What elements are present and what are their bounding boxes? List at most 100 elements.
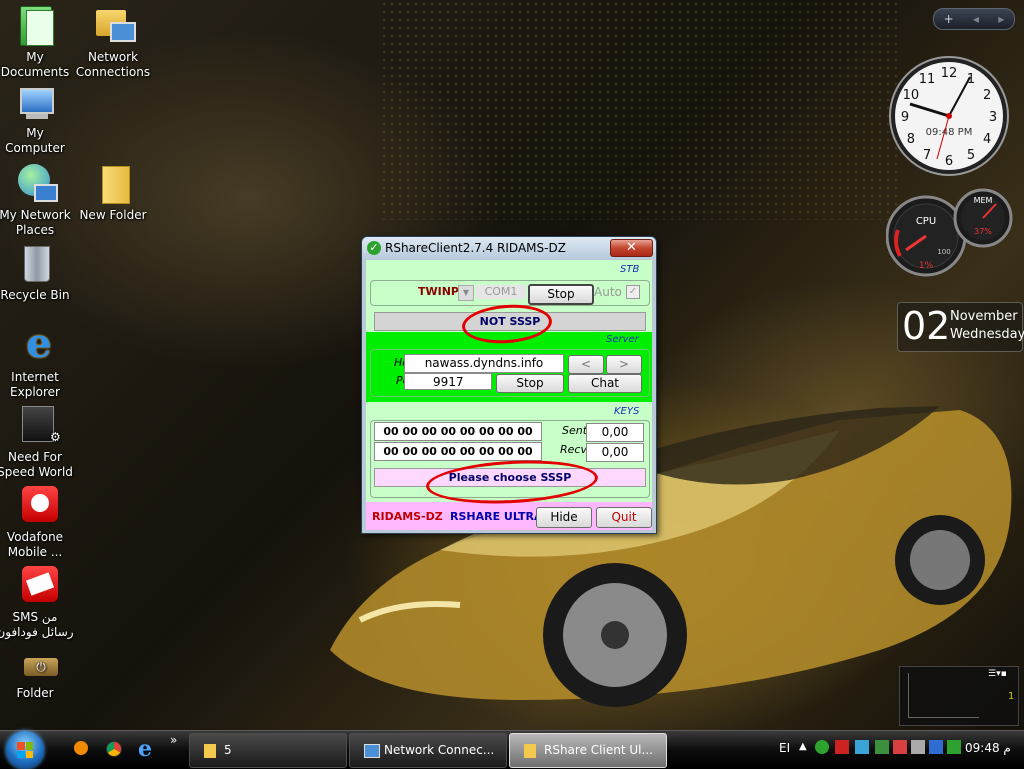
gauge-max-label: 100 <box>937 248 950 256</box>
hide-button[interactable]: Hide <box>536 507 592 528</box>
desktop-icon-network-connections[interactable]: Network Connections <box>74 4 152 80</box>
clock-numeral: 12 <box>941 66 958 81</box>
folder-icon <box>204 744 216 758</box>
tray-volume-icon[interactable] <box>911 740 925 754</box>
quicklaunch-chrome-icon[interactable] <box>106 741 122 757</box>
stb-stop-button[interactable]: Stop <box>528 284 594 305</box>
rshare-client-window[interactable]: ✓ RShareClient2.7.4 RIDAMS-DZ ✕ STB TWIN… <box>361 236 657 534</box>
folder-icon <box>524 744 536 758</box>
clock-numeral: 8 <box>907 132 915 147</box>
network-places-icon <box>12 162 58 206</box>
quit-button[interactable]: Quit <box>596 507 652 528</box>
window-title: RShareClient2.7.4 RIDAMS-DZ <box>385 241 566 255</box>
clock-numeral: 11 <box>919 72 936 87</box>
host-next-button[interactable]: > <box>606 355 642 374</box>
clock-numeral: 5 <box>967 148 975 163</box>
host-input[interactable]: nawass.dyndns.info <box>404 354 564 373</box>
wallpaper-dot-pattern <box>380 0 900 220</box>
clock-numeral: 9 <box>901 110 909 125</box>
clock-numeral: 3 <box>989 110 997 125</box>
server-stop-button[interactable]: Stop <box>496 374 564 393</box>
start-button[interactable] <box>6 731 44 769</box>
port-input[interactable]: 9917 <box>404 373 492 390</box>
taskbar: e » 5 Network Connec... RShare Client Ul… <box>0 730 1024 769</box>
previous-page-button[interactable]: ◂ <box>973 12 979 26</box>
meter-graph <box>908 673 979 718</box>
host-prev-button[interactable]: < <box>568 355 604 374</box>
brand-right: RSHARE ULTRA <box>450 510 543 523</box>
sent-value: 0,00 <box>586 423 644 442</box>
clock-digital-time: 09:48 PM <box>926 127 973 138</box>
recv-label: Recv <box>560 443 587 456</box>
tray-app-icon[interactable] <box>875 740 889 754</box>
taskbar-clock[interactable]: 09:48 م <box>965 741 1011 755</box>
tray-battery-icon[interactable] <box>947 740 961 754</box>
add-gadget-button[interactable]: + <box>944 12 954 26</box>
mem-value: 37% <box>974 227 992 236</box>
quicklaunch-ie-icon[interactable]: e <box>138 736 152 762</box>
desktop-icon-my-network-places[interactable]: My Network Places <box>0 162 74 238</box>
desktop-icon-my-documents[interactable]: My Documents <box>0 4 74 80</box>
desktop-icon-label: Recycle Bin <box>0 288 70 302</box>
tray-monitor-icon[interactable] <box>929 740 943 754</box>
sms-icon <box>12 564 58 608</box>
desktop-icon-label: Vodafone Mobile ... <box>6 530 64 559</box>
quicklaunch-overflow[interactable]: » <box>170 733 177 747</box>
receiver-dropdown-icon[interactable]: ▼ <box>458 285 474 301</box>
auto-label: Auto <box>594 285 622 299</box>
network-icon <box>364 744 380 758</box>
meter-menu-icon[interactable]: ☰▾▪ <box>988 669 1007 679</box>
key1-display: 00 00 00 00 00 00 00 00 <box>374 422 542 441</box>
desktop-icon-recycle-bin[interactable]: Recycle Bin <box>0 242 74 303</box>
tray-network-icon[interactable] <box>855 740 869 754</box>
server-section-label: Server <box>606 334 639 345</box>
taskbar-item-rshare-client[interactable]: RShare Client Ul... <box>509 733 667 768</box>
clock-numeral: 7 <box>923 148 931 163</box>
meter-value: 1 <box>1008 691 1015 702</box>
language-indicator[interactable]: EI <box>779 741 790 755</box>
taskbar-item-folder-5[interactable]: 5 <box>189 733 347 768</box>
receiver-label: TWINP <box>418 285 459 298</box>
clock-numeral: 4 <box>983 132 991 147</box>
sidebar-control-bar: + ◂ ▸ <box>933 8 1015 30</box>
calendar-day: 02 <box>902 304 951 348</box>
desktop-icon-vodafone-mobile[interactable]: Vodafone Mobile ... <box>0 484 74 560</box>
desktop-icon-my-computer[interactable]: My Computer <box>0 86 74 156</box>
folder-icon <box>90 162 136 206</box>
internet-explorer-icon: e <box>26 320 52 367</box>
recv-value: 0,00 <box>586 443 644 462</box>
com-port-select[interactable]: COM1 <box>476 285 526 299</box>
desktop-icon-need-for-speed-world[interactable]: ⚙ Need For Speed World <box>0 404 74 480</box>
tray-signal-icon[interactable] <box>835 740 849 754</box>
sent-label: Sent <box>562 424 588 437</box>
taskbar-item-network-connections[interactable]: Network Connec... <box>349 733 507 768</box>
quicklaunch-avast-icon[interactable] <box>74 741 88 755</box>
clock-numeral: 2 <box>983 88 991 103</box>
system-tray: EI ▲ 09:48 م <box>775 731 1024 769</box>
auto-checkbox[interactable]: ✓ <box>626 285 640 299</box>
desktop-icon-label: Network Connections <box>75 50 151 79</box>
chat-button[interactable]: Chat <box>568 374 642 393</box>
tray-expand-icon[interactable]: ▲ <box>799 741 807 752</box>
desktop-icon-sms-vodafone[interactable]: SMS من رسائل فودافون <box>0 564 74 640</box>
task-label: Network Connec... <box>384 743 495 757</box>
desktop-icon-label: Need For Speed World <box>0 450 73 479</box>
clock-gadget[interactable]: 12 1234567891011 09:48 PM <box>888 55 1010 177</box>
tray-check-icon[interactable] <box>815 740 829 754</box>
desktop-icon-new-folder[interactable]: New Folder <box>74 162 152 223</box>
brand-left: RIDAMS-DZ <box>372 510 443 523</box>
desktop-icon-label: My Network Places <box>0 208 71 237</box>
window-titlebar[interactable]: ✓ RShareClient2.7.4 RIDAMS-DZ ✕ <box>362 237 656 259</box>
next-page-button[interactable]: ▸ <box>998 12 1004 26</box>
desktop-icon-internet-explorer[interactable]: e Internet Explorer <box>0 324 74 400</box>
tray-tools-icon[interactable] <box>893 740 907 754</box>
documents-icon <box>12 4 58 48</box>
calendar-weekday: Wednesday <box>950 327 1024 342</box>
network-meter-gadget[interactable]: ☰▾▪ 1 <box>899 666 1019 726</box>
close-button[interactable]: ✕ <box>610 239 653 257</box>
desktop-icon-folder[interactable]: ⏻ Folder <box>0 654 74 701</box>
desktop-icon-label: SMS من رسائل فودافون <box>0 610 74 639</box>
calendar-gadget[interactable]: 02 November Wednesday <box>897 302 1024 352</box>
desktop-icon-label: Internet Explorer <box>10 370 60 399</box>
cpu-meter-gadget[interactable]: CPU 100 1% MEM 37% <box>886 186 1014 282</box>
